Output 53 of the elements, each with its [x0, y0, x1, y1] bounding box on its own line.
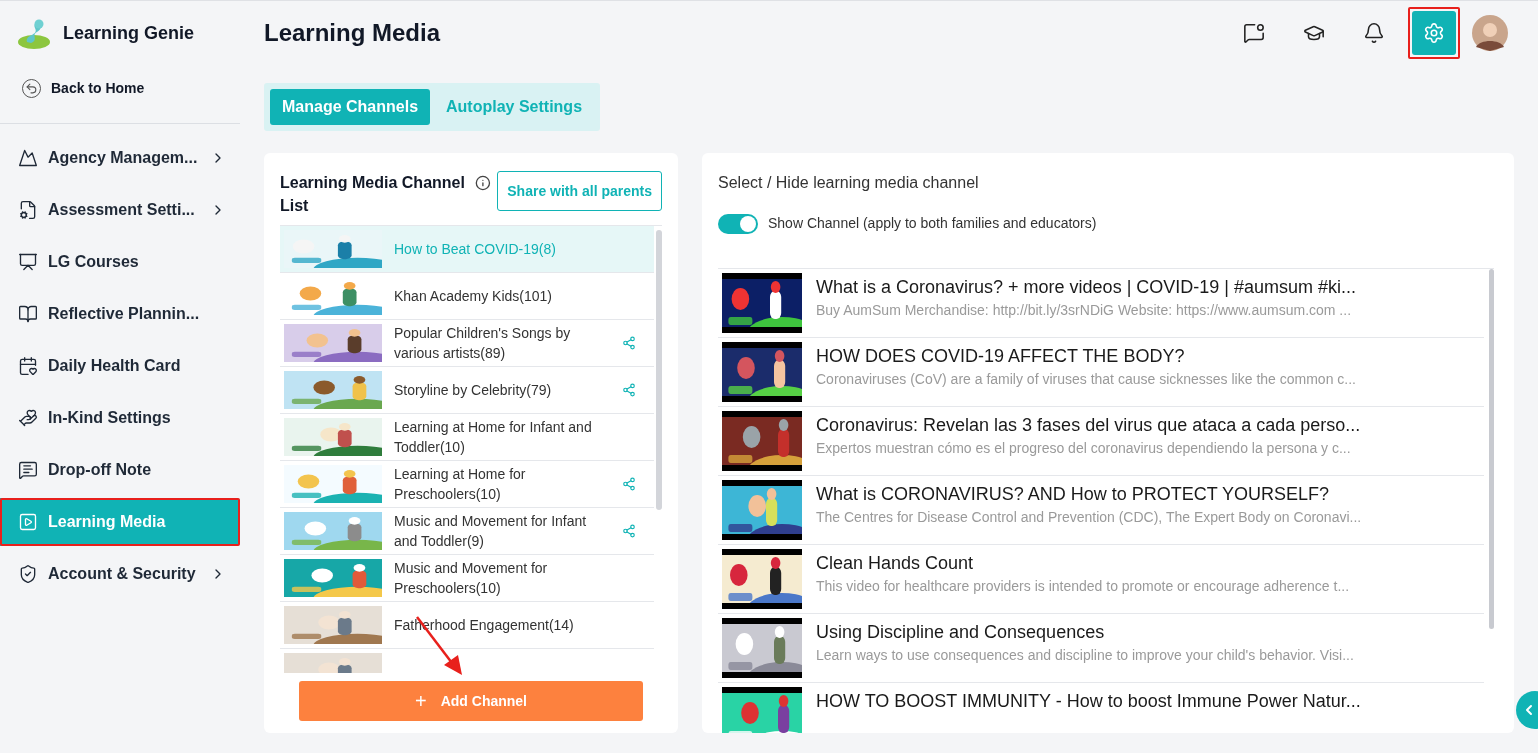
sidebar-item[interactable]: Reflective Plannin... — [0, 290, 240, 338]
video-title: HOW TO BOOST IMMUNITY - How to boost Immune Power Natur... — [816, 690, 1361, 713]
channel-item[interactable]: Learning at Home for Preschoolers(10) — [280, 461, 654, 508]
sidebar-item[interactable]: LG Courses — [0, 238, 240, 286]
back-to-home-link[interactable]: Back to Home — [0, 65, 240, 111]
switch-label: Show Channel (apply to both families and educators) — [768, 214, 1097, 233]
plus-icon: + — [415, 691, 427, 711]
page-title: Learning Media — [264, 18, 442, 48]
channel-item[interactable]: Learning at Home for Infant and Toddler(10) — [280, 414, 654, 461]
sidebar-label: Agency Managem... — [48, 148, 199, 168]
channel-name: Learning at Home for Infant and Toddler(10) — [394, 418, 593, 457]
video-title: Using Discipline and Consequences — [816, 621, 1106, 644]
sidebar-item[interactable]: In-Kind Settings — [0, 394, 240, 442]
brand-name: Learning Genie — [63, 21, 195, 45]
sidebar-item[interactable]: Assessment Setti... — [0, 186, 240, 234]
video-description: Coronaviruses (CoV) are a family of viruses that cause sicknesses like the common c... — [816, 370, 1356, 389]
card-title: Learning Media Channel List — [280, 173, 466, 216]
sidebar-label: Account & Security — [48, 564, 197, 584]
channel-name: Music and Movement for Infant and Toddler(9) — [394, 512, 588, 551]
channel-name: Storyline by Celebrity(79) — [394, 381, 553, 400]
video-title: What is CORONAVIRUS? AND How to PROTECT YOURSELF? — [816, 483, 1331, 506]
channel-name: Learning at Home for Preschoolers(10) — [394, 465, 527, 504]
sidebar-label: Learning Media — [48, 512, 167, 532]
sidebar-label: Drop-off Note — [48, 460, 153, 480]
channel-name: Khan Academy Kids(101) — [394, 287, 553, 306]
sidebar-item[interactable]: Drop-off Note — [0, 446, 240, 494]
video-title: What is a Coronavirus? + more videos | COVID-19 | #aumsum #ki... — [816, 276, 1357, 299]
video-description: Learn ways to use consequences and discipline to improve your child's behavior. Visi... — [816, 646, 1354, 665]
channel-item[interactable]: Music and Movement for Infant and Toddler(9) — [280, 508, 654, 555]
channel-item[interactable]: Storyline by Celebrity(79) — [280, 367, 654, 414]
video-description: This video for healthcare providers is intended to promote or encourage adherence t... — [816, 577, 1350, 596]
sidebar-item[interactable]: Agency Managem... — [0, 134, 240, 182]
video-title: Clean Hands Count — [816, 552, 975, 575]
video-item[interactable]: HOW TO BOOST IMMUNITY - How to boost Immune Power Natur... — [718, 683, 1484, 733]
sidebar-label: LG Courses — [48, 252, 140, 272]
sidebar-item[interactable]: Daily Health Card — [0, 342, 240, 390]
sidebar-label: Daily Health Card — [48, 356, 182, 376]
sidebar-label: In-Kind Settings — [48, 408, 172, 428]
channel-name: Music and Movement for Preschoolers(10) — [394, 559, 549, 598]
video-title: Coronavirus: Revelan las 3 fases del virus que ataca a cada perso... — [816, 414, 1361, 437]
channel-name: How to Beat COVID-19(8) — [394, 240, 557, 259]
video-description: Expertos muestran cómo es el progreso del coronavirus dependiendo la persona y c... — [816, 439, 1352, 458]
channel-item[interactable]: Popular Children's Songs by various artists(89) — [280, 320, 654, 367]
channel-item[interactable]: Music and Movement for Preschoolers(10) — [280, 555, 654, 602]
channel-item[interactable]: Khan Academy Kids(101) — [280, 273, 654, 320]
video-description: The Centres for Disease Control and Prevention (CDC), The Expert Body on Coronavi... — [816, 508, 1362, 527]
sidebar-label: Assessment Setti... — [48, 200, 196, 220]
video-title: HOW DOES COVID-19 AFFECT THE BODY? — [816, 345, 1186, 368]
video-description: Buy AumSum Merchandise: http://bit.ly/3srNDiG Website: https://www.aumsum.com ... — [816, 301, 1353, 320]
card-title: Select / Hide learning media channel — [718, 173, 980, 193]
sidebar-item[interactable]: Account & Security — [0, 550, 240, 598]
sidebar-label: Reflective Plannin... — [48, 304, 201, 324]
channel-name: Popular Children's Songs by various artists(89) — [394, 324, 572, 363]
